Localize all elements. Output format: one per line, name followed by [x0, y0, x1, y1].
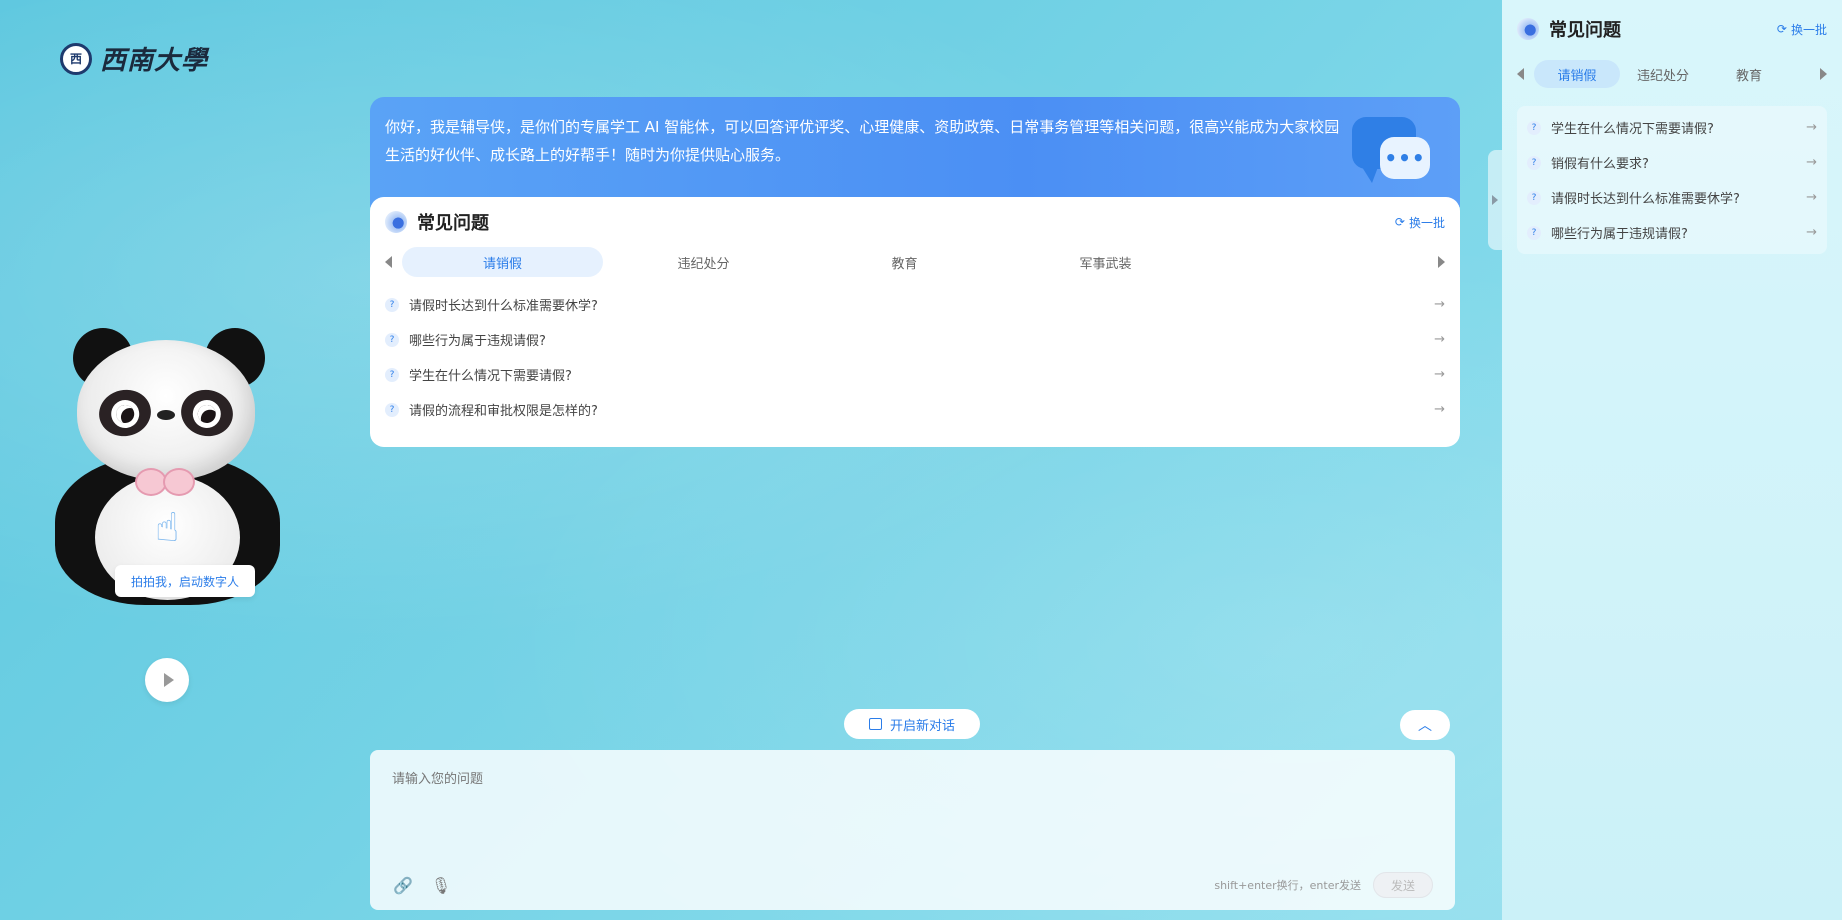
robot-icon — [385, 211, 407, 233]
play-button[interactable] — [145, 658, 189, 702]
tab-leave[interactable]: 请销假 — [402, 247, 603, 277]
avatar-start-tip[interactable]: 拍拍我，启动数字人 — [115, 565, 255, 597]
chat-bubble-icon: ••• — [1352, 117, 1432, 187]
tab-scroll-right-icon[interactable] — [1438, 256, 1445, 268]
tab-discipline[interactable]: 违纪处分 — [603, 247, 804, 277]
question-mark-icon: ? — [1527, 190, 1541, 205]
new-chat-icon — [868, 718, 882, 730]
arrow-right-icon: → — [1434, 297, 1445, 312]
question-mark-icon: ? — [1527, 155, 1541, 170]
university-seal-icon: 西 — [60, 42, 92, 75]
refresh-icon: ⟳ — [1394, 215, 1405, 229]
tab-scroll-right-icon[interactable] — [1820, 68, 1827, 80]
tab-military[interactable]: 军事武装 — [1005, 247, 1206, 277]
question-mark-icon: ? — [385, 367, 399, 382]
welcome-text: 你好，我是辅导侠，是你们的专属学工 AI 智能体，可以回答评优评奖、心理健康、资… — [385, 118, 1340, 164]
question-mark-icon: ? — [1527, 225, 1541, 240]
faq-card: 常见问题 ⟳ 换一批 请销假 违纪处分 教育 军事武装 ? 请假时长达到什么标准… — [370, 197, 1460, 447]
arrow-right-icon: → — [1806, 155, 1817, 170]
panel-question[interactable]: ? 销假有什么要求? → — [1527, 145, 1817, 180]
right-faq-panel: 常见问题 ⟳ 换一批 请销假 违纪处分 教育 ? 学生在什么情况下需要请假? →… — [1502, 0, 1842, 920]
input-hint: shift+enter换行，enter发送 — [1214, 879, 1361, 892]
panel-refresh-button[interactable]: ⟳ 换一批 — [1777, 21, 1827, 38]
question-mark-icon: ? — [385, 402, 399, 417]
arrow-right-icon: → — [1806, 190, 1817, 205]
faq-question[interactable]: ? 学生在什么情况下需要请假? → — [385, 357, 1445, 392]
refresh-icon: ⟳ — [1776, 22, 1787, 36]
tap-hand-icon: ☝ — [155, 505, 180, 551]
panel-title: 常见问题 — [1549, 20, 1621, 41]
send-button[interactable]: 发送 — [1373, 872, 1433, 898]
panel-question[interactable]: ? 哪些行为属于违规请假? → — [1527, 215, 1817, 250]
refresh-batch-button[interactable]: ⟳ 换一批 — [1395, 214, 1445, 231]
faq-question[interactable]: ? 请假时长达到什么标准需要休学? → — [385, 287, 1445, 322]
chevron-up-icon: ︿ — [1418, 718, 1432, 734]
faq-question[interactable]: ? 请假的流程和审批权限是怎样的? → — [385, 392, 1445, 427]
question-input[interactable] — [392, 768, 1433, 848]
question-mark-icon: ? — [385, 297, 399, 312]
faq-title: 常见问题 — [417, 213, 489, 234]
arrow-right-icon: → — [1806, 225, 1817, 240]
panel-tab-education[interactable]: 教育 — [1706, 60, 1792, 88]
faq-question[interactable]: ? 哪些行为属于违规请假? → — [385, 322, 1445, 357]
question-mark-icon: ? — [385, 332, 399, 347]
attachment-link-icon[interactable]: 🔗 — [392, 874, 414, 896]
university-logo: 西 西南大學 — [60, 40, 208, 77]
panel-question[interactable]: ? 请假时长达到什么标准需要休学? → — [1527, 180, 1817, 215]
tab-scroll-left-icon[interactable] — [385, 256, 392, 268]
robot-icon — [1517, 18, 1539, 40]
panel-toggle-handle[interactable] — [1488, 150, 1502, 250]
welcome-banner: 你好，我是辅导侠，是你们的专属学工 AI 智能体，可以回答评优评奖、心理健康、资… — [370, 97, 1460, 207]
chat-bubble-dots: ••• — [1380, 137, 1430, 179]
play-icon — [163, 673, 174, 687]
university-name: 西南大學 — [100, 46, 209, 76]
bow-tie — [135, 468, 195, 496]
tab-education[interactable]: 教育 — [804, 247, 1005, 277]
caret-right-icon — [1492, 195, 1498, 205]
new-chat-button[interactable]: 开启新对话 — [844, 709, 980, 739]
microphone-icon[interactable]: 🎙 — [430, 874, 452, 896]
panel-tab-discipline[interactable]: 违纪处分 — [1620, 60, 1706, 88]
panda-head — [77, 340, 255, 480]
collapse-button[interactable]: ︿ — [1400, 710, 1450, 740]
arrow-right-icon: → — [1434, 402, 1445, 417]
tab-scroll-left-icon[interactable] — [1517, 68, 1524, 80]
chat-input-box: 🔗 🎙 shift+enter换行，enter发送 发送 — [370, 750, 1455, 910]
arrow-right-icon: → — [1806, 120, 1817, 135]
question-mark-icon: ? — [1527, 120, 1541, 135]
arrow-right-icon: → — [1434, 332, 1445, 347]
arrow-right-icon: → — [1434, 367, 1445, 382]
panel-tab-leave[interactable]: 请销假 — [1534, 60, 1620, 88]
panel-question[interactable]: ? 学生在什么情况下需要请假? → — [1527, 110, 1817, 145]
